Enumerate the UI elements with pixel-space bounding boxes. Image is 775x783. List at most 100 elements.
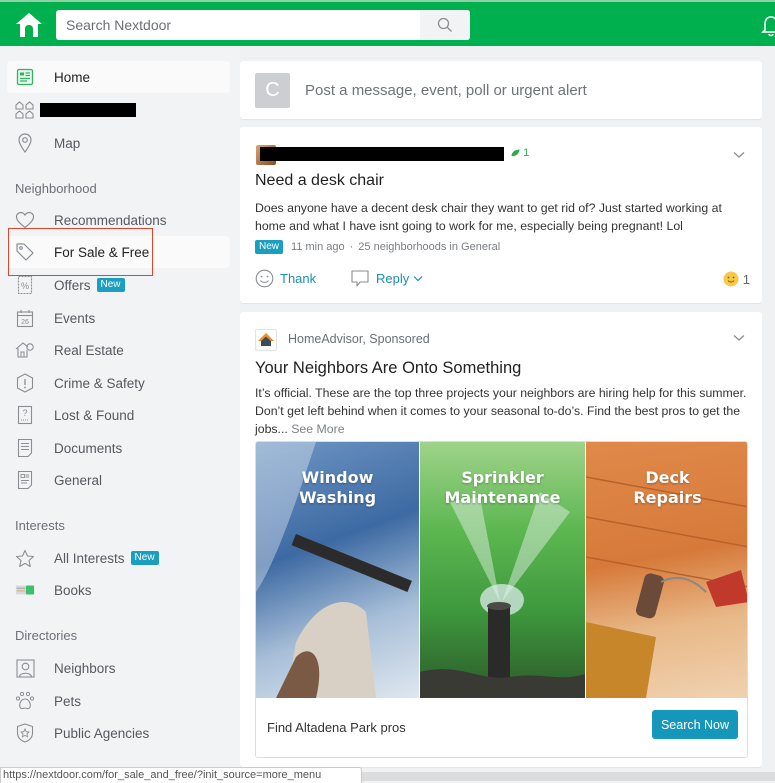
sidebar-item-my-neighborhood[interactable] (7, 94, 230, 126)
smiley-icon (255, 269, 274, 288)
new-badge: New (130, 551, 159, 565)
sidebar-item-public-agencies[interactable]: Public Agencies (7, 717, 230, 749)
see-more-link[interactable]: See More (291, 422, 344, 436)
new-badge: New (96, 278, 125, 292)
notifications-bell-icon[interactable] (760, 14, 775, 38)
highlight-annotation-box (8, 228, 153, 276)
top-navigation-bar (0, 0, 775, 46)
panel-caption: Sprinkler Maintenance (444, 468, 561, 507)
post-body: Does anyone have a decent desk chair the… (255, 201, 722, 233)
sidebar-item-crime-safety[interactable]: Crime & Safety (7, 367, 230, 399)
leaf-icon (511, 149, 520, 157)
sidebar-item-label: Neighbors (54, 660, 116, 676)
sidebar-item-map[interactable]: Map (7, 127, 230, 159)
sponsored-ad-card: HomeAdvisor, Sponsored Your Neighbors Ar… (240, 312, 762, 767)
section-heading-neighborhood: Neighborhood (15, 181, 97, 196)
section-heading-directories: Directories (15, 628, 78, 643)
composer-placeholder[interactable]: Post a message, event, poll or urgent al… (305, 82, 587, 99)
general-post-icon (15, 470, 35, 490)
section-heading-interests: Interests (15, 518, 65, 533)
chevron-down-icon (413, 276, 423, 282)
reaction-summary[interactable]: 1 (723, 271, 750, 287)
ad-sponsor-label[interactable]: HomeAdvisor, Sponsored (288, 332, 430, 346)
post-options-chevron-icon[interactable] (733, 151, 745, 159)
redacted-neighborhood-name (40, 103, 136, 117)
ad-footer-label: Find Altadena Park pros (267, 720, 406, 735)
ad-panel-sprinkler-maintenance[interactable]: Sprinkler Maintenance (420, 442, 585, 698)
post-time[interactable]: 11 min ago (291, 241, 345, 253)
sidebar-item-events[interactable]: 26 Events (7, 302, 230, 334)
paw-icon (15, 691, 35, 711)
search-button[interactable] (420, 10, 470, 40)
search-icon (437, 17, 452, 32)
post-audience[interactable]: 25 neighborhoods in General (358, 241, 500, 253)
sidebar-item-label: Map (54, 135, 81, 151)
sidebar-item-label: Home (54, 69, 91, 85)
svg-text:26: 26 (21, 319, 29, 326)
redacted-author-name (260, 147, 504, 161)
ad-title[interactable]: Your Neighbors Are Onto Something (255, 359, 521, 378)
sidebar-item-label: Documents (54, 440, 123, 456)
document-icon (15, 438, 35, 458)
sidebar-item-lost-found[interactable]: ? Lost & Found (7, 399, 230, 431)
author-leaf-count: 1 (511, 147, 529, 159)
sidebar-item-label: Real Estate (54, 342, 124, 358)
speech-bubble-icon (351, 270, 369, 287)
homeadvisor-logo-icon[interactable] (255, 329, 277, 351)
sidebar-item-real-estate[interactable]: Real Estate (7, 334, 230, 366)
sidebar-item-neighbors[interactable]: Neighbors (7, 652, 230, 684)
ad-creative[interactable]: Window Washing Sprinkler Maintenance Dec… (255, 441, 748, 758)
sidebar-item-label: Books (54, 582, 92, 598)
sidebar-item-label: Public Agencies (54, 725, 150, 741)
alert-hexagon-icon (15, 373, 35, 393)
home-feed-icon (15, 67, 35, 87)
sidebar-item-documents[interactable]: Documents (7, 432, 230, 464)
sidebar-item-label: Offers (54, 277, 91, 293)
thank-button[interactable]: Thank (255, 269, 316, 288)
post-title[interactable]: Need a desk chair (255, 172, 384, 190)
ad-footer: Find Altadena Park pros Search Now (256, 698, 747, 757)
feed-post: 1 Need a desk chair Does anyone have a d… (240, 127, 762, 303)
sidebar-item-all-interests[interactable]: All Interests New (7, 542, 230, 574)
sidebar-item-label: General (54, 472, 103, 488)
panel-caption: Deck Repairs (633, 468, 702, 507)
reply-button[interactable]: Reply (350, 269, 423, 288)
sidebar-item-general[interactable]: General (7, 464, 230, 496)
ad-body: It’s official. These are the top three p… (255, 386, 747, 436)
calendar-icon: 26 (15, 308, 35, 328)
star-icon (15, 548, 35, 568)
left-sidebar: Home Map Neighborhood Recommendations Fo… (0, 46, 240, 781)
map-pin-icon (15, 133, 35, 153)
post-actions: Thank Reply 1 (255, 269, 750, 291)
house-icon (15, 340, 35, 360)
sidebar-item-label: All Interests (54, 550, 125, 566)
search-input[interactable] (56, 10, 452, 40)
ad-options-chevron-icon[interactable] (733, 334, 745, 342)
svg-text:%: % (21, 281, 29, 291)
user-avatar[interactable]: C (255, 73, 290, 108)
sidebar-item-pets[interactable]: Pets (7, 685, 230, 717)
search-bar (56, 10, 470, 40)
nextdoor-logo-icon[interactable] (14, 11, 44, 39)
sidebar-item-label: Crime & Safety (54, 375, 145, 391)
post-composer[interactable]: C Post a message, event, poll or urgent … (240, 61, 762, 119)
sidebar-item-label: Events (54, 310, 96, 326)
svg-text:?: ? (22, 408, 27, 418)
books-icon (15, 580, 35, 600)
sidebar-item-home[interactable]: Home (7, 61, 230, 93)
percent-coupon-icon: % (15, 275, 35, 295)
sidebar-item-books[interactable]: Books (7, 574, 230, 606)
post-meta: New 11 min ago · 25 neighborhoods in Gen… (255, 240, 500, 254)
ad-panel-window-washing[interactable]: Window Washing (256, 442, 419, 698)
sidebar-item-label: Recommendations (54, 212, 167, 228)
question-box-icon: ? (15, 405, 35, 425)
panel-caption: Window Washing (298, 468, 377, 507)
smiley-reaction-icon (723, 271, 739, 287)
sidebar-item-label: Pets (54, 693, 82, 709)
neighborhood-houses-icon (15, 100, 35, 120)
sidebar-item-label: Lost & Found (54, 407, 135, 423)
search-now-button[interactable]: Search Now (652, 710, 738, 739)
badge-shield-icon (15, 723, 35, 743)
ad-panel-deck-repairs[interactable]: Deck Repairs (586, 442, 747, 698)
new-badge: New (255, 240, 284, 254)
